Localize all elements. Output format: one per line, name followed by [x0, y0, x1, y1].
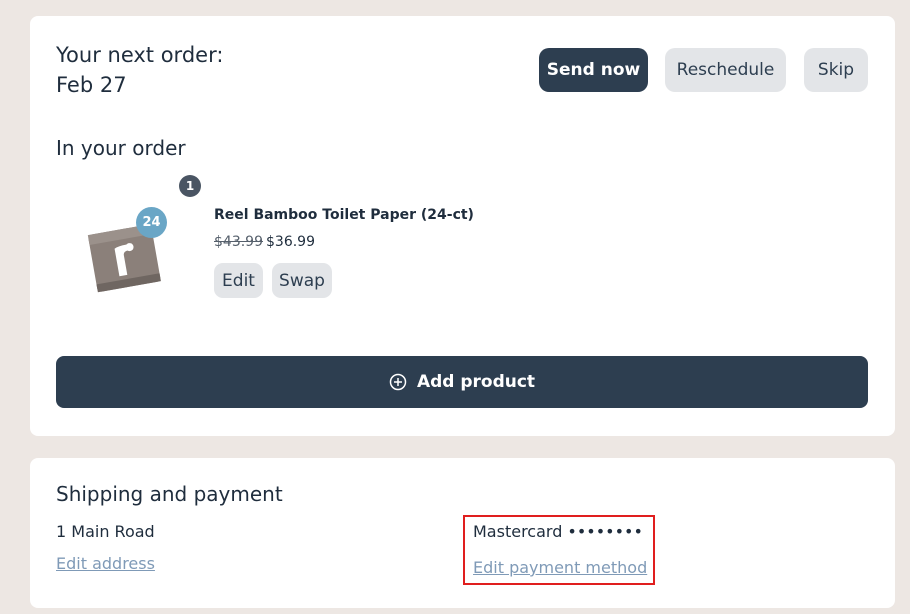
current-price: $36.99 — [266, 234, 315, 250]
edit-address-link[interactable]: Edit address — [56, 554, 155, 573]
next-order-card: Your next order: Feb 27 Send now Resched… — [30, 16, 895, 436]
shipping-payment-card: Shipping and payment 1 Main Road Edit ad… — [30, 458, 895, 608]
shipping-payment-title: Shipping and payment — [56, 482, 283, 506]
in-your-order-title: In your order — [56, 136, 186, 160]
plus-circle-icon — [389, 373, 407, 391]
add-product-label: Add product — [416, 372, 536, 392]
quantity-badge: 1 — [179, 175, 201, 197]
skip-button[interactable]: Skip — [804, 48, 868, 92]
send-now-button[interactable]: Send now — [539, 48, 648, 92]
original-price: $43.99 — [214, 234, 263, 250]
reschedule-button[interactable]: Reschedule — [665, 48, 786, 92]
add-product-button[interactable]: Add product — [56, 356, 868, 408]
pack-count-badge: 24 — [136, 207, 167, 238]
swap-item-button[interactable]: Swap — [272, 263, 332, 298]
shipping-address: 1 Main Road — [56, 522, 155, 541]
product-name: Reel Bamboo Toilet Paper (24-ct) — [214, 207, 474, 223]
next-order-label: Your next order: — [56, 43, 224, 67]
edit-item-button[interactable]: Edit — [214, 263, 263, 298]
next-order-date: Feb 27 — [56, 73, 127, 97]
edit-payment-method-link[interactable]: Edit payment method — [473, 558, 647, 577]
payment-method: Mastercard •••••••• — [473, 522, 643, 541]
